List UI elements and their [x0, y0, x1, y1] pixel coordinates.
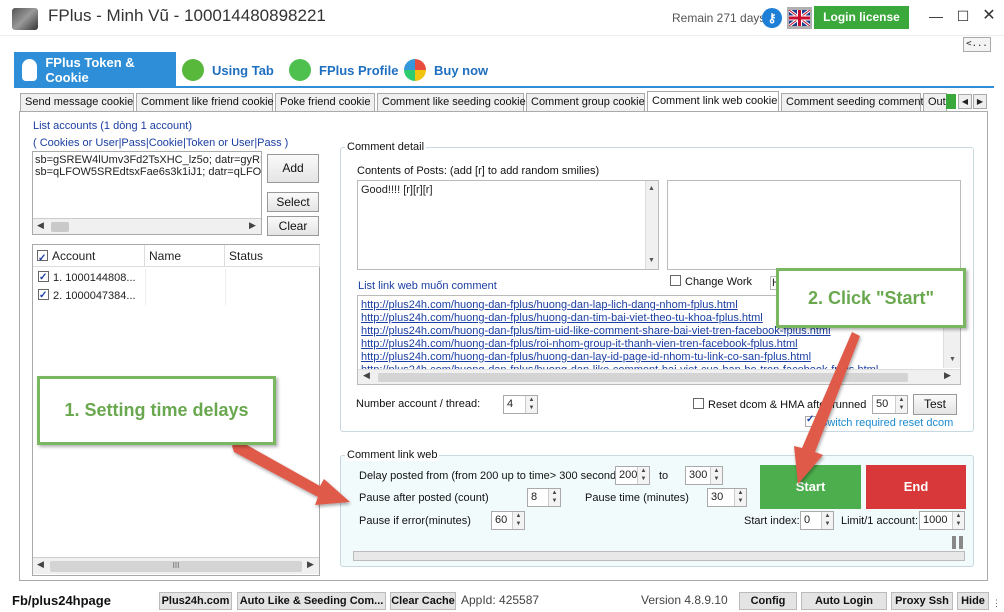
hide-button[interactable]: Hide [957, 592, 989, 610]
proxy-ssh-button[interactable]: Proxy Ssh [891, 592, 953, 610]
config-button[interactable]: Config [739, 592, 797, 610]
plus24h-button[interactable]: Plus24h.com [159, 592, 232, 610]
auto-like-seeding-button[interactable]: Auto Like & Seeding Com... [237, 592, 386, 610]
annotation-step-2: 2. Click "Start" [776, 268, 966, 328]
auto-login-button[interactable]: Auto Login [801, 592, 887, 610]
app-id-text: AppId: 425587 [461, 593, 540, 607]
version-text: Version 4.8.9.10 [641, 593, 728, 607]
resize-grip-icon[interactable]: ⋮⋮ [992, 598, 1004, 609]
arrow-to-start-button [794, 332, 860, 484]
arrow-to-delay-settings [232, 440, 350, 505]
annotation-step-1: 1. Setting time delays [37, 376, 276, 445]
facebook-page-text[interactable]: Fb/plus24hpage [12, 593, 111, 608]
clear-cache-button[interactable]: Clear Cache [390, 592, 456, 610]
